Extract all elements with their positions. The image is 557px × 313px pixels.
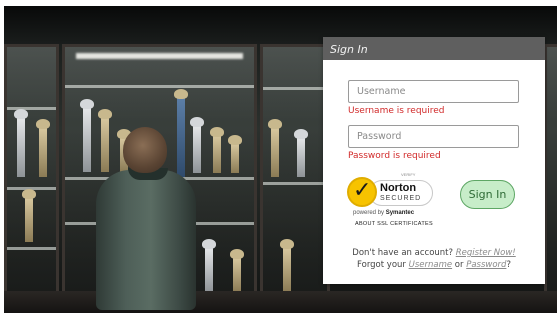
boy-figure-body [96,170,196,310]
norton-name: Norton [380,182,417,194]
or-text: or [454,260,464,270]
floor [4,291,557,313]
norton-verify-label: VERIFY [401,172,416,177]
username-error: Username is required [348,106,445,116]
about-ssl-link[interactable]: ABOUT SSL CERTIFICATES [355,221,433,227]
norton-badge: Norton SECURED [369,180,433,206]
forgot-password-link[interactable]: Password [466,260,506,270]
norton-secured-label: SECURED [380,195,422,202]
norton-secured-seal[interactable]: VERIFY Norton SECURED ✓ powered by Syman… [347,172,435,231]
trophy-cabinet-left [4,44,59,299]
symantec-label: Symantec [385,210,415,216]
login-panel: Sign In Username is required Password is… [323,37,545,284]
norton-powered-by: powered by Symantec [353,210,414,216]
question-mark: ? [506,260,511,270]
trophy-cabinet-right [260,44,330,299]
forgot-username-link[interactable]: Username [409,260,452,270]
boy-figure-head [123,127,167,173]
password-error: Password is required [348,151,441,161]
login-header: Sign In [323,37,545,60]
login-title: Sign In [330,43,368,56]
username-input[interactable] [348,80,519,103]
no-account-text: Don't have an account? [352,248,454,258]
sign-in-button[interactable]: Sign In [460,180,515,209]
forgot-line: Forgot your Username or Password? [323,260,545,270]
register-link[interactable]: Register Now! [456,248,516,258]
trophy-cabinet-far-right [544,44,557,299]
forgot-text: Forgot your [357,260,406,270]
checkmark-icon: ✓ [347,177,377,207]
powered-by-label: powered by [353,210,385,216]
register-line: Don't have an account? Register Now! [323,248,545,258]
password-input[interactable] [348,125,519,148]
